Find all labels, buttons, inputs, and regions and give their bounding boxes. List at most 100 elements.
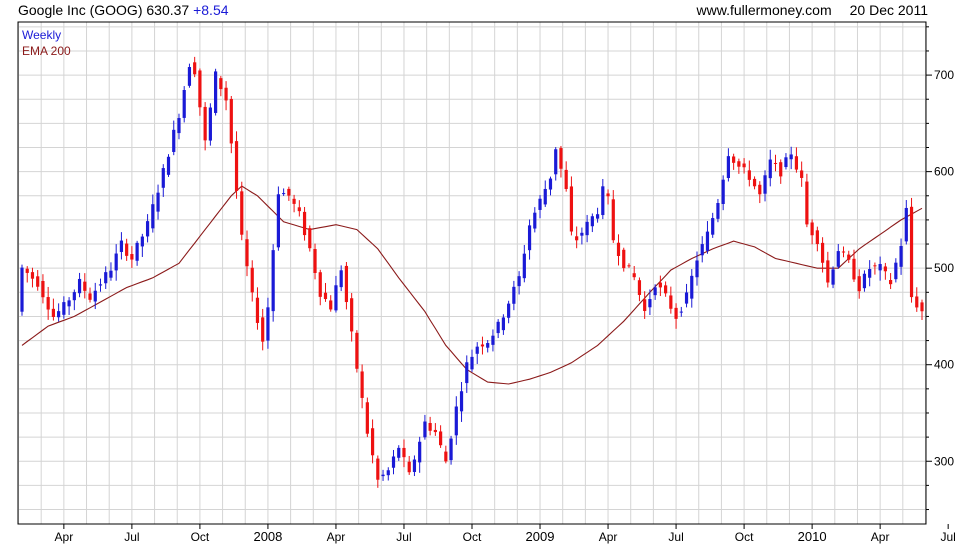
candle-body bbox=[214, 71, 218, 113]
candle bbox=[402, 439, 406, 468]
candle bbox=[145, 214, 150, 243]
candle-body bbox=[564, 169, 568, 190]
candle-body bbox=[77, 278, 82, 294]
candle-body bbox=[622, 249, 626, 269]
candle bbox=[548, 176, 553, 196]
candle-body bbox=[695, 260, 699, 278]
candle-body bbox=[679, 311, 683, 313]
candle-body bbox=[580, 232, 584, 236]
candle bbox=[826, 251, 830, 288]
candle-body bbox=[883, 266, 887, 272]
x-tick-label: Apr bbox=[55, 530, 74, 544]
candle bbox=[208, 103, 212, 146]
candle-body bbox=[203, 106, 207, 141]
candle bbox=[726, 148, 730, 182]
candle bbox=[459, 381, 464, 422]
candle bbox=[88, 287, 92, 303]
candle-body bbox=[240, 191, 244, 235]
y-axis: 300 400 500 600 700 bbox=[926, 26, 954, 511]
candle-body bbox=[470, 356, 474, 370]
candle bbox=[77, 272, 82, 298]
candle bbox=[512, 280, 516, 311]
candle bbox=[475, 342, 479, 364]
candle-body bbox=[302, 211, 307, 236]
candle-body bbox=[674, 307, 678, 319]
candle-body bbox=[245, 239, 249, 267]
candle-body bbox=[198, 70, 202, 108]
candle bbox=[193, 56, 197, 78]
candle bbox=[62, 296, 66, 319]
candle bbox=[30, 267, 35, 288]
candle-body bbox=[114, 253, 118, 271]
candle-body bbox=[428, 422, 432, 431]
candle-body bbox=[794, 156, 799, 170]
candle-body bbox=[344, 265, 349, 303]
candle bbox=[705, 221, 710, 254]
candle-body bbox=[533, 212, 537, 229]
candle bbox=[763, 170, 767, 202]
y-tick-label: 500 bbox=[934, 261, 954, 275]
candle bbox=[779, 159, 783, 184]
x-tick-label: Jul bbox=[940, 530, 955, 544]
candle-body bbox=[805, 181, 809, 225]
candle-body bbox=[145, 221, 150, 237]
candle-body bbox=[512, 286, 516, 304]
candle bbox=[245, 230, 249, 277]
candle bbox=[794, 147, 799, 173]
candle-body bbox=[276, 194, 280, 248]
candle bbox=[428, 416, 432, 436]
candle bbox=[276, 186, 280, 251]
candle bbox=[480, 336, 485, 355]
candle-body bbox=[46, 297, 50, 310]
candle-body bbox=[480, 344, 485, 347]
candle bbox=[486, 340, 490, 353]
candle bbox=[507, 300, 511, 324]
candle bbox=[240, 181, 244, 241]
candle bbox=[841, 246, 846, 258]
candle bbox=[391, 449, 396, 475]
candle-body bbox=[664, 285, 668, 294]
candle bbox=[376, 455, 380, 488]
candle-body bbox=[878, 264, 882, 271]
candle bbox=[334, 275, 338, 313]
candle-body bbox=[224, 87, 228, 101]
candle-body bbox=[161, 168, 165, 188]
candle bbox=[271, 244, 275, 322]
candle-body bbox=[439, 431, 443, 446]
candle-body bbox=[915, 296, 919, 308]
candle bbox=[203, 102, 207, 151]
candle-body bbox=[637, 280, 642, 295]
candle-body bbox=[669, 295, 673, 309]
candle-body bbox=[606, 193, 610, 197]
candle bbox=[318, 269, 322, 306]
candle-body bbox=[386, 470, 390, 476]
candle bbox=[622, 247, 626, 272]
candle-body bbox=[810, 222, 814, 236]
candle bbox=[255, 287, 260, 330]
candle bbox=[98, 278, 103, 292]
candle-body bbox=[789, 154, 793, 160]
candle-body bbox=[459, 391, 464, 412]
candle bbox=[601, 178, 605, 220]
candle-body bbox=[234, 141, 239, 191]
x-tick-label: Oct bbox=[735, 530, 754, 544]
candle-body bbox=[25, 268, 29, 273]
candle bbox=[559, 145, 563, 178]
candle-body bbox=[690, 275, 694, 299]
y-tick-label: 600 bbox=[934, 165, 954, 179]
candle bbox=[20, 264, 24, 316]
candle bbox=[533, 207, 537, 233]
candle-body bbox=[648, 299, 652, 308]
candle bbox=[810, 219, 814, 245]
candle-body bbox=[857, 276, 861, 292]
price-chart: 300 400 500 600 700 Apr Jul Oct 2008 Apr Jul Oct 20… bbox=[17, 21, 956, 544]
candle-body bbox=[507, 303, 511, 318]
candle bbox=[140, 233, 144, 257]
candle bbox=[637, 277, 642, 302]
x-tick-label: Apr bbox=[599, 530, 618, 544]
candle bbox=[831, 266, 835, 289]
candle-body bbox=[522, 253, 526, 279]
y-tick-label: 700 bbox=[934, 68, 954, 82]
candle-body bbox=[287, 188, 291, 196]
candle-body bbox=[517, 276, 521, 287]
